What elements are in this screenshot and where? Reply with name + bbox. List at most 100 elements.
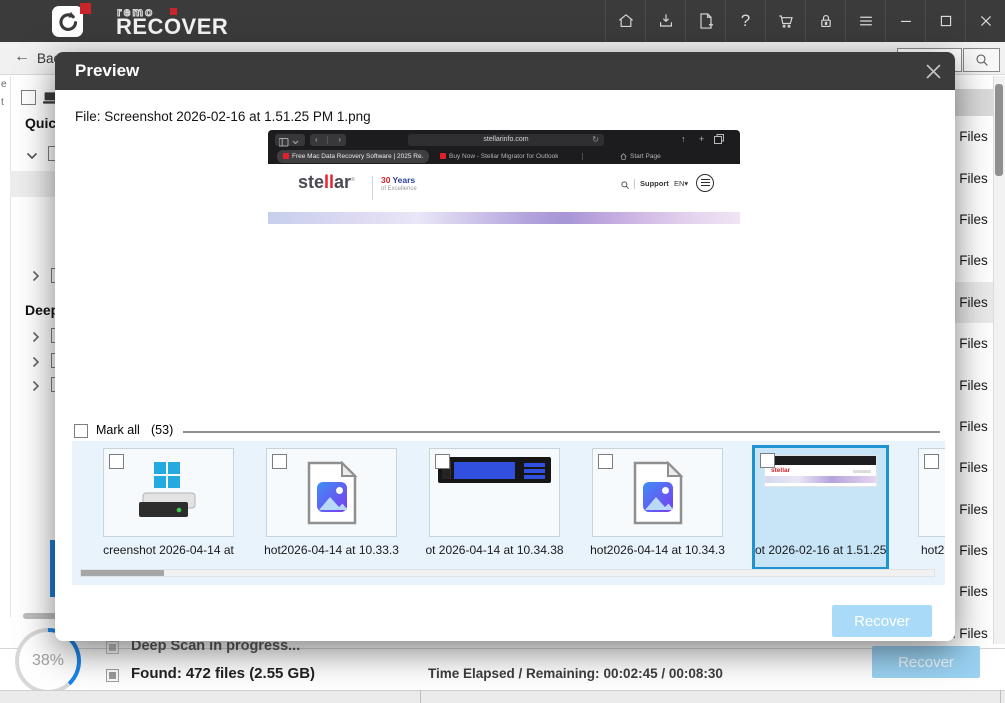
remo-logo-icon <box>52 6 83 37</box>
excellence-text: of Excellence <box>381 186 417 192</box>
selected-tree-row[interactable] <box>10 171 57 197</box>
thumbnail-checkbox[interactable] <box>109 454 124 469</box>
close-icon[interactable] <box>965 0 1005 42</box>
chevron-right-icon[interactable] <box>32 331 40 343</box>
thumbnail-checkbox[interactable] <box>435 454 450 469</box>
thumbnail-empty[interactable]: hot2 <box>918 448 945 567</box>
tab-divider <box>582 153 583 160</box>
tab-label: Start Page <box>630 153 661 160</box>
drive-checkbox[interactable] <box>21 90 36 105</box>
thumbnail-box[interactable] <box>266 448 397 537</box>
browser-toolbar: ‹› stellarinfo.com ↻ ↑ + <box>268 130 740 149</box>
found-files-text: Found:472 files (2.55 GB) <box>131 665 315 682</box>
thumbnail-filename: hot2026-04-14 at 10.33.3 <box>252 543 411 557</box>
web-screenshot-thumb: stellar <box>765 456 876 486</box>
chevron-right-icon[interactable] <box>32 270 40 282</box>
dialog-title: Preview <box>75 52 139 90</box>
file-list-scrollbar-thumb[interactable] <box>995 84 1003 176</box>
logo-divider <box>372 176 373 200</box>
cart-icon[interactable] <box>765 0 805 42</box>
recover-button-dialog[interactable]: Recover <box>832 605 932 637</box>
minimize-icon[interactable] <box>885 0 925 42</box>
thumbnail-checkbox[interactable] <box>924 454 939 469</box>
recover-button-main[interactable]: Recover <box>872 646 980 678</box>
thumbnail-row: creenshot 2026-04-14 at hot2026-04-14 at… <box>72 441 945 567</box>
help-glyph: ? <box>741 11 750 31</box>
site-gradient-banner <box>268 212 740 224</box>
image-file-icon <box>632 461 684 525</box>
thumbnail-scrollbar-thumb[interactable] <box>81 570 164 576</box>
found-value: 472 files (2.55 GB) <box>186 665 315 682</box>
thumbnail-box[interactable]: stellar <box>755 448 886 537</box>
sidebar-text-fragment: t <box>1 97 4 108</box>
app-window: remo RECOVER ? ← Bac e t Quic Deep <box>0 0 1005 703</box>
thumbnail-image[interactable]: hot2026-04-14 at 10.34.3 <box>592 448 723 567</box>
mark-all-rule <box>183 431 940 433</box>
share-icon: ↑ <box>681 134 686 145</box>
thumbnail-box[interactable] <box>103 448 234 537</box>
preview-file-name: File: Screenshot 2026-02-16 at 1.51.25 P… <box>75 109 371 124</box>
thumbnail-filename: creenshot 2026-04-14 at <box>89 543 248 557</box>
time-elapsed-text: Time Elapsed / Remaining:00:02:45 / 00:0… <box>428 666 723 681</box>
site-menu-icon <box>696 174 714 192</box>
bottom-strip-divider <box>420 690 421 703</box>
mark-all-label: Mark all <box>96 423 140 437</box>
found-label: Found: <box>131 665 182 682</box>
chevron-right-icon[interactable] <box>32 380 40 392</box>
thumbnail-checkbox[interactable] <box>598 454 613 469</box>
remo-logo-badge <box>80 3 91 14</box>
preview-dialog-header: Preview <box>55 52 955 90</box>
browser-tab: Start Page <box>620 150 661 163</box>
stellar-favicon <box>440 153 446 159</box>
thumbnail-screenshot-web[interactable]: stellar ot 2026-02-16 at 1.51.25 l <box>755 448 886 567</box>
chevron-right-icon[interactable] <box>32 356 40 368</box>
time-label: Time Elapsed / Remaining: <box>428 666 600 681</box>
menu-icon[interactable] <box>845 0 885 42</box>
new-tab-icon: + <box>699 134 704 145</box>
bottom-strip-divider <box>1000 690 1001 703</box>
file-add-icon[interactable] <box>685 0 725 42</box>
stop-scan-icon[interactable] <box>106 669 119 682</box>
home-icon[interactable] <box>605 0 645 42</box>
mark-all-count: (53) <box>151 423 173 437</box>
stellar-logo: stellar® <box>298 172 355 193</box>
lock-icon[interactable] <box>805 0 845 42</box>
maximize-icon[interactable] <box>925 0 965 42</box>
titlebar-actions: ? <box>605 0 1005 42</box>
browser-tab-bar: Free Mac Data Recovery Software | 2025 R… <box>268 149 740 164</box>
thumbnail-strip: creenshot 2026-04-14 at hot2026-04-14 at… <box>72 441 945 585</box>
thumbnail-checkbox[interactable] <box>760 453 775 468</box>
thumbnail-box[interactable] <box>429 448 560 537</box>
tab-label: Buy Now - Stellar Migrator for Outlook <box>449 153 558 160</box>
sidebar-text-fragment: e <box>1 79 7 90</box>
search-icon <box>974 52 990 68</box>
drive-thumbnail-icon <box>133 462 205 524</box>
thumbnail-drive[interactable]: creenshot 2026-04-14 at <box>103 448 234 567</box>
titlebar: remo RECOVER ? <box>0 0 1005 42</box>
thumbnail-scrollbar[interactable] <box>80 569 935 577</box>
start-page-icon <box>620 153 627 160</box>
search-button[interactable] <box>963 48 1000 72</box>
help-icon[interactable]: ? <box>725 0 765 42</box>
bottom-strip <box>0 690 1005 703</box>
mark-all-checkbox[interactable] <box>74 424 88 438</box>
thumbnail-image[interactable]: hot2026-04-14 at 10.33.3 <box>266 448 397 567</box>
back-arrow-icon[interactable]: ← <box>14 48 30 66</box>
thumbnail-box[interactable] <box>918 448 945 537</box>
stellar-favicon <box>283 153 289 159</box>
browser-address-bar: stellarinfo.com ↻ <box>408 134 604 146</box>
tabs-overview-icon <box>714 134 724 147</box>
thumbnail-box[interactable] <box>592 448 723 537</box>
sidebar-divider <box>10 76 11 617</box>
stop-scan-icon[interactable] <box>106 641 119 654</box>
thumbnail-screenshot-dark[interactable]: ot 2026-04-14 at 10.34.38 <box>429 448 560 567</box>
thumbnail-checkbox[interactable] <box>272 454 287 469</box>
site-search-icon <box>620 180 630 190</box>
thumbnail-filename: hot2026-04-14 at 10.34.3 <box>578 543 737 557</box>
thumbnail-filename: ot 2026-02-16 at 1.51.25 l <box>755 543 886 557</box>
reload-icon: ↻ <box>592 134 599 146</box>
chevron-down-icon[interactable] <box>26 152 38 160</box>
download-icon[interactable] <box>645 0 685 42</box>
close-icon[interactable] <box>923 61 943 81</box>
preview-dialog: Preview File: Screenshot 2026-02-16 at 1… <box>55 52 955 641</box>
